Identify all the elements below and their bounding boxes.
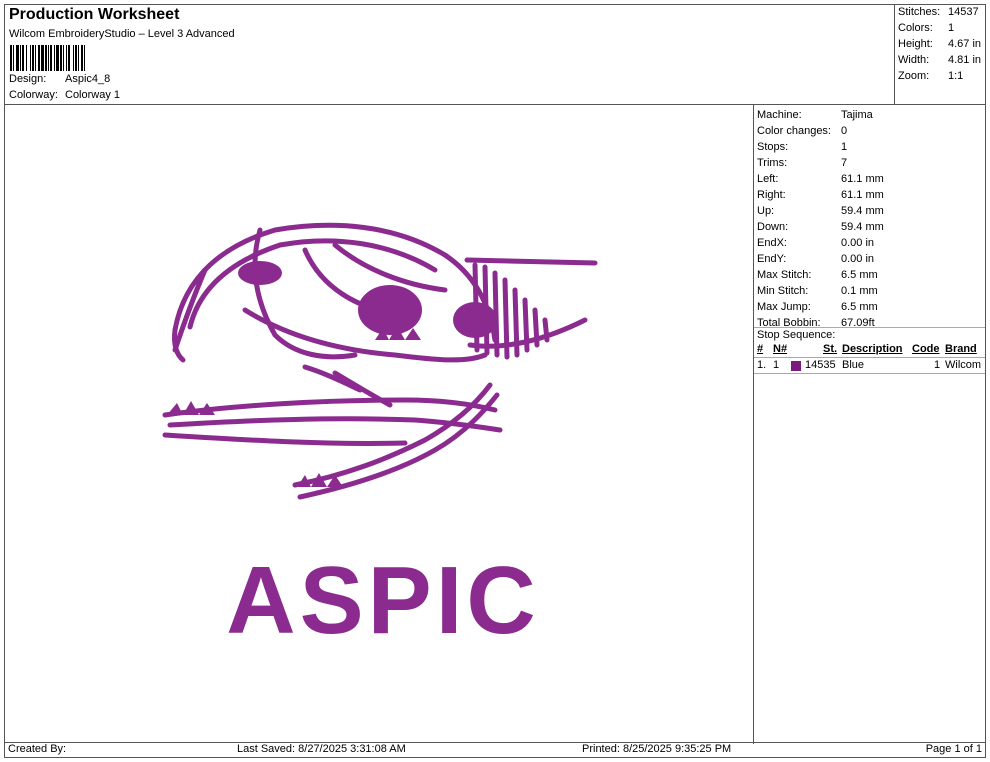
embroidery-design-image: ASPIC [162, 222, 598, 654]
info-row: Up: 59.4 mm [757, 205, 884, 217]
design-label: Design: [9, 73, 47, 85]
info-label: Color changes: [757, 125, 831, 137]
col-header-brand: Brand [945, 343, 977, 355]
design-name-row: Design: Aspic4_8 [9, 73, 110, 85]
info-row: Right: 61.1 mm [757, 189, 884, 201]
info-row: Trims: 7 [757, 157, 847, 169]
info-value: 7 [841, 157, 848, 169]
page-number: Page 1 of 1 [925, 743, 982, 755]
info-label: Trims: [757, 157, 788, 169]
info-value: 0.1 mm [841, 285, 878, 297]
info-value: 0.00 in [841, 237, 875, 249]
summary-value: 14537 [948, 6, 979, 18]
design-lettering: ASPIC [226, 547, 539, 654]
page-title: Production Worksheet [9, 6, 180, 23]
info-label: Stops: [757, 141, 789, 153]
col-header-num: # [757, 343, 764, 355]
thread-description: Blue [842, 359, 865, 371]
stop-sequence-title: Stop Sequence: [757, 329, 836, 341]
info-row: Max Stitch: 6.5 mm [757, 269, 878, 281]
stop-num: 1. [757, 359, 767, 371]
info-label: EndY: [757, 253, 787, 265]
info-label: Up: [757, 205, 775, 217]
info-value: 61.1 mm [841, 189, 884, 201]
info-label: Machine: [757, 109, 802, 121]
summary-label: Stitches: [898, 6, 941, 18]
summary-label: Width: [898, 54, 930, 66]
summary-label: Colors: [898, 22, 933, 34]
summary-label: Height: [898, 38, 933, 50]
thread-code: 1 [934, 359, 941, 371]
summary-row: Height: 4.67 in [898, 38, 981, 50]
stop-sequence-row-divider [754, 373, 985, 374]
info-label: Left: [757, 173, 779, 185]
info-label: Down: [757, 221, 789, 233]
summary-value: 4.67 in [948, 38, 982, 50]
stop-sequence-header-divider [754, 357, 985, 358]
thread-color-swatch [791, 361, 801, 371]
created-by: Created By: [8, 743, 67, 755]
info-row: Left: 61.1 mm [757, 173, 884, 185]
colorway-value: Colorway 1 [65, 89, 121, 101]
info-value: 6.5 mm [841, 269, 878, 281]
info-label: Max Stitch: [757, 269, 812, 281]
info-value: Tajima [841, 109, 873, 121]
summary-value: 4.81 in [948, 54, 982, 66]
info-row: Down: 59.4 mm [757, 221, 884, 233]
info-value: 6.5 mm [841, 301, 878, 313]
info-label: Max Jump: [757, 301, 811, 313]
stop-sequence-header: # N# St. Description Code Brand [757, 343, 984, 357]
col-header-description: Description [842, 343, 903, 355]
info-row: EndY: 0.00 in [757, 253, 874, 265]
summary-row: Width: 4.81 in [898, 54, 981, 66]
page-footer: Created By: Last Saved: 8/27/2025 3:31:0… [5, 742, 985, 757]
info-row: Color changes: 0 [757, 125, 847, 137]
info-value: 61.1 mm [841, 173, 884, 185]
col-header-needle: N# [773, 343, 788, 355]
info-label: Min Stitch: [757, 285, 809, 297]
header-info: Production Worksheet Wilcom EmbroiderySt… [5, 5, 895, 104]
summary-value: 1 [948, 22, 955, 34]
info-label: EndX: [757, 237, 787, 249]
info-value: 0.00 in [841, 253, 875, 265]
thread-brand: Wilcom [945, 359, 982, 371]
info-label: Right: [757, 189, 786, 201]
summary-label: Zoom: [898, 70, 930, 82]
col-header-code: Code [912, 343, 940, 355]
summary-row: Stitches: 14537 [898, 6, 979, 18]
col-header-stitches: St. [823, 343, 838, 355]
summary-value: 1:1 [948, 70, 964, 82]
software-name: Wilcom EmbroideryStudio – Level 3 Advanc… [9, 28, 235, 40]
summary-row: Zoom: 1:1 [898, 70, 963, 82]
needle-number: 1 [773, 359, 780, 371]
table-row: 1. 1 14535 Blue 1 Wilcom [757, 359, 984, 373]
info-value: 1 [841, 141, 848, 153]
colorway-row: Colorway: Colorway 1 [9, 89, 120, 101]
info-row: EndX: 0.00 in [757, 237, 874, 249]
stop-sequence-divider [754, 327, 985, 328]
info-value: 59.4 mm [841, 221, 884, 233]
summary-panel: Stitches: 14537 Colors: 1 Height: 4.67 in W… [894, 5, 985, 104]
colorway-label: Colorway: [9, 89, 58, 101]
info-row: Machine: Tajima [757, 109, 873, 121]
info-value: 0 [841, 125, 848, 137]
stitch-count: 14535 [805, 359, 836, 371]
design-value: Aspic4_8 [65, 73, 111, 85]
worksheet-page: Production Worksheet Wilcom EmbroiderySt… [4, 4, 986, 758]
printed-date: Printed: 8/25/2025 9:35:25 PM [582, 743, 732, 755]
info-row: Max Jump: 6.5 mm [757, 301, 878, 313]
summary-row: Colors: 1 [898, 22, 954, 34]
last-saved: Last Saved: 8/27/2025 3:31:08 AM [237, 743, 406, 755]
info-row: Min Stitch: 0.1 mm [757, 285, 878, 297]
barcode-image [10, 45, 85, 71]
machine-info-panel: Machine: Tajima Color changes: 0 Stops: 1 T… [753, 105, 985, 744]
info-value: 59.4 mm [841, 205, 884, 217]
info-row: Stops: 1 [757, 141, 847, 153]
design-preview: ASPIC [5, 105, 753, 744]
